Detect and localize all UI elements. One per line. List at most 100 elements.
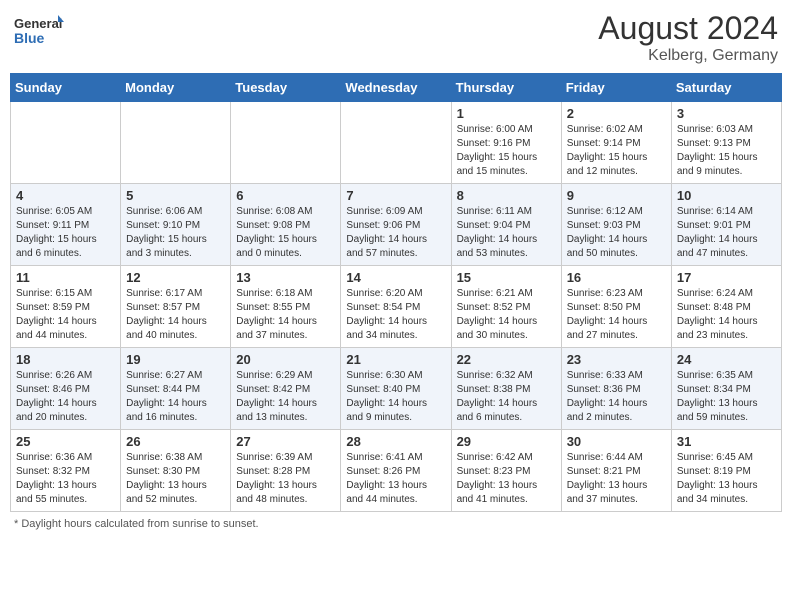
logo: General Blue [14,10,64,50]
day-info: Sunrise: 6:03 AM Sunset: 9:13 PM Dayligh… [677,123,776,179]
calendar-cell [11,102,121,184]
calendar-cell [121,102,231,184]
day-number: 8 [457,188,556,203]
day-number: 10 [677,188,776,203]
day-number: 26 [126,434,225,449]
calendar-cell: 15 Sunrise: 6:21 AM Sunset: 8:52 PM Dayl… [451,266,561,348]
day-info: Sunrise: 6:36 AM Sunset: 8:32 PM Dayligh… [16,451,115,507]
week-row-5: 25 Sunrise: 6:36 AM Sunset: 8:32 PM Dayl… [11,430,782,512]
day-info: Sunrise: 6:45 AM Sunset: 8:19 PM Dayligh… [677,451,776,507]
day-info: Sunrise: 6:33 AM Sunset: 8:36 PM Dayligh… [567,369,666,425]
day-info: Sunrise: 6:15 AM Sunset: 8:59 PM Dayligh… [16,287,115,343]
day-info: Sunrise: 6:39 AM Sunset: 8:28 PM Dayligh… [236,451,335,507]
day-number: 21 [346,352,445,367]
day-number: 18 [16,352,115,367]
day-info: Sunrise: 6:26 AM Sunset: 8:46 PM Dayligh… [16,369,115,425]
day-number: 13 [236,270,335,285]
day-info: Sunrise: 6:00 AM Sunset: 9:16 PM Dayligh… [457,123,556,179]
calendar-cell: 1 Sunrise: 6:00 AM Sunset: 9:16 PM Dayli… [451,102,561,184]
calendar-cell [341,102,451,184]
day-number: 17 [677,270,776,285]
week-row-3: 11 Sunrise: 6:15 AM Sunset: 8:59 PM Dayl… [11,266,782,348]
day-number: 3 [677,106,776,121]
col-header-tuesday: Tuesday [231,74,341,102]
day-number: 31 [677,434,776,449]
day-number: 30 [567,434,666,449]
day-number: 7 [346,188,445,203]
day-info: Sunrise: 6:27 AM Sunset: 8:44 PM Dayligh… [126,369,225,425]
day-number: 6 [236,188,335,203]
calendar-cell: 22 Sunrise: 6:32 AM Sunset: 8:38 PM Dayl… [451,348,561,430]
day-number: 22 [457,352,556,367]
calendar-cell: 5 Sunrise: 6:06 AM Sunset: 9:10 PM Dayli… [121,184,231,266]
day-info: Sunrise: 6:41 AM Sunset: 8:26 PM Dayligh… [346,451,445,507]
page-header: General Blue August 2024 Kelberg, German… [10,10,782,65]
day-info: Sunrise: 6:32 AM Sunset: 8:38 PM Dayligh… [457,369,556,425]
day-number: 2 [567,106,666,121]
calendar-table: SundayMondayTuesdayWednesdayThursdayFrid… [10,73,782,512]
calendar-cell: 2 Sunrise: 6:02 AM Sunset: 9:14 PM Dayli… [561,102,671,184]
day-number: 20 [236,352,335,367]
calendar-cell: 16 Sunrise: 6:23 AM Sunset: 8:50 PM Dayl… [561,266,671,348]
location: Kelberg, Germany [598,47,778,65]
day-number: 14 [346,270,445,285]
calendar-cell: 18 Sunrise: 6:26 AM Sunset: 8:46 PM Dayl… [11,348,121,430]
day-info: Sunrise: 6:17 AM Sunset: 8:57 PM Dayligh… [126,287,225,343]
day-number: 25 [16,434,115,449]
title-block: August 2024 Kelberg, Germany [598,10,778,65]
day-info: Sunrise: 6:05 AM Sunset: 9:11 PM Dayligh… [16,205,115,261]
day-info: Sunrise: 6:29 AM Sunset: 8:42 PM Dayligh… [236,369,335,425]
day-number: 12 [126,270,225,285]
day-info: Sunrise: 6:06 AM Sunset: 9:10 PM Dayligh… [126,205,225,261]
calendar-cell: 27 Sunrise: 6:39 AM Sunset: 8:28 PM Dayl… [231,430,341,512]
col-header-sunday: Sunday [11,74,121,102]
day-info: Sunrise: 6:18 AM Sunset: 8:55 PM Dayligh… [236,287,335,343]
day-info: Sunrise: 6:42 AM Sunset: 8:23 PM Dayligh… [457,451,556,507]
day-number: 16 [567,270,666,285]
day-number: 27 [236,434,335,449]
day-info: Sunrise: 6:11 AM Sunset: 9:04 PM Dayligh… [457,205,556,261]
day-number: 15 [457,270,556,285]
calendar-cell: 3 Sunrise: 6:03 AM Sunset: 9:13 PM Dayli… [671,102,781,184]
calendar-cell: 6 Sunrise: 6:08 AM Sunset: 9:08 PM Dayli… [231,184,341,266]
calendar-cell [231,102,341,184]
day-number: 4 [16,188,115,203]
calendar-cell: 13 Sunrise: 6:18 AM Sunset: 8:55 PM Dayl… [231,266,341,348]
calendar-cell: 23 Sunrise: 6:33 AM Sunset: 8:36 PM Dayl… [561,348,671,430]
calendar-cell: 24 Sunrise: 6:35 AM Sunset: 8:34 PM Dayl… [671,348,781,430]
day-info: Sunrise: 6:24 AM Sunset: 8:48 PM Dayligh… [677,287,776,343]
col-header-saturday: Saturday [671,74,781,102]
calendar-cell: 25 Sunrise: 6:36 AM Sunset: 8:32 PM Dayl… [11,430,121,512]
day-info: Sunrise: 6:23 AM Sunset: 8:50 PM Dayligh… [567,287,666,343]
day-info: Sunrise: 6:35 AM Sunset: 8:34 PM Dayligh… [677,369,776,425]
calendar-cell: 14 Sunrise: 6:20 AM Sunset: 8:54 PM Dayl… [341,266,451,348]
day-number: 11 [16,270,115,285]
calendar-cell: 7 Sunrise: 6:09 AM Sunset: 9:06 PM Dayli… [341,184,451,266]
calendar-cell: 9 Sunrise: 6:12 AM Sunset: 9:03 PM Dayli… [561,184,671,266]
calendar-cell: 26 Sunrise: 6:38 AM Sunset: 8:30 PM Dayl… [121,430,231,512]
calendar-cell: 12 Sunrise: 6:17 AM Sunset: 8:57 PM Dayl… [121,266,231,348]
day-info: Sunrise: 6:02 AM Sunset: 9:14 PM Dayligh… [567,123,666,179]
week-row-4: 18 Sunrise: 6:26 AM Sunset: 8:46 PM Dayl… [11,348,782,430]
day-number: 28 [346,434,445,449]
day-info: Sunrise: 6:20 AM Sunset: 8:54 PM Dayligh… [346,287,445,343]
day-number: 29 [457,434,556,449]
col-header-friday: Friday [561,74,671,102]
calendar-cell: 28 Sunrise: 6:41 AM Sunset: 8:26 PM Dayl… [341,430,451,512]
day-number: 19 [126,352,225,367]
day-info: Sunrise: 6:38 AM Sunset: 8:30 PM Dayligh… [126,451,225,507]
day-info: Sunrise: 6:44 AM Sunset: 8:21 PM Dayligh… [567,451,666,507]
day-info: Sunrise: 6:09 AM Sunset: 9:06 PM Dayligh… [346,205,445,261]
svg-text:Blue: Blue [14,30,45,46]
day-number: 23 [567,352,666,367]
calendar-cell: 8 Sunrise: 6:11 AM Sunset: 9:04 PM Dayli… [451,184,561,266]
footer-note: * Daylight hours calculated from sunrise… [10,518,782,530]
header-row: SundayMondayTuesdayWednesdayThursdayFrid… [11,74,782,102]
col-header-wednesday: Wednesday [341,74,451,102]
day-number: 24 [677,352,776,367]
calendar-cell: 20 Sunrise: 6:29 AM Sunset: 8:42 PM Dayl… [231,348,341,430]
day-info: Sunrise: 6:14 AM Sunset: 9:01 PM Dayligh… [677,205,776,261]
col-header-thursday: Thursday [451,74,561,102]
month-year: August 2024 [598,10,778,47]
calendar-cell: 30 Sunrise: 6:44 AM Sunset: 8:21 PM Dayl… [561,430,671,512]
